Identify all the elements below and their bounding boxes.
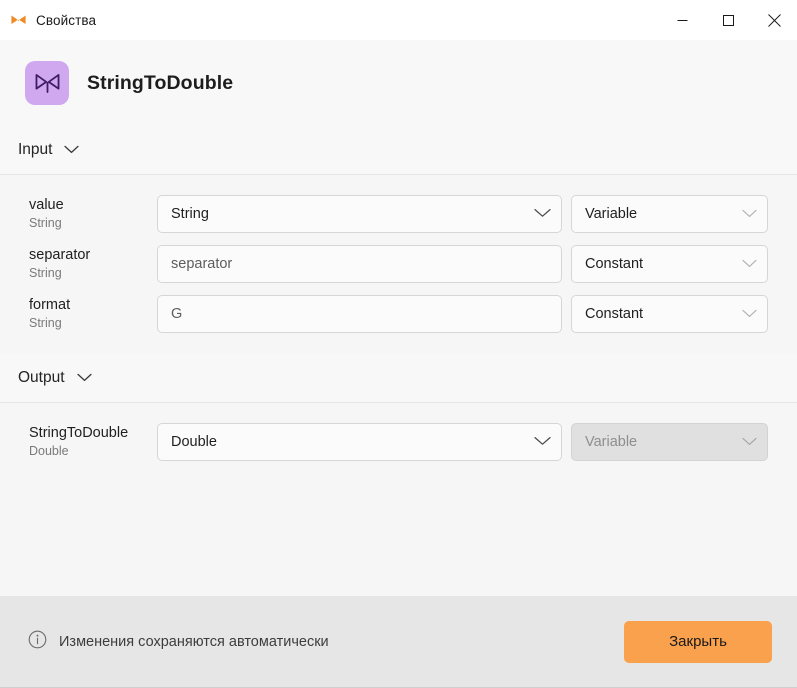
node-header: StringToDouble bbox=[0, 40, 797, 126]
field-name: value bbox=[29, 197, 64, 214]
section-header-output[interactable]: Output bbox=[0, 354, 797, 403]
section-header-input[interactable]: Input bbox=[0, 126, 797, 175]
output-rows: StringToDouble Double Double Variable bbox=[0, 403, 797, 467]
value-binding-value: Variable bbox=[585, 206, 638, 222]
field-row-value: value String String Variable bbox=[0, 189, 797, 239]
field-row-format: format String G Constant bbox=[0, 289, 797, 339]
output-type-value: Double bbox=[171, 434, 217, 450]
output-type-dropdown[interactable]: Double bbox=[157, 423, 562, 461]
window-title: Свойства bbox=[36, 12, 97, 28]
chevron-down-icon[interactable] bbox=[64, 141, 80, 159]
field-label-stringtodouble: StringToDouble Double bbox=[29, 425, 157, 458]
value-dropdown[interactable]: String bbox=[157, 195, 562, 233]
properties-window: Свойства StringToDouble Input value Stri… bbox=[0, 0, 797, 688]
info-circle-icon bbox=[28, 630, 47, 654]
chevron-down-icon bbox=[742, 206, 757, 222]
page-title: StringToDouble bbox=[87, 71, 234, 94]
format-input-value: G bbox=[171, 306, 183, 322]
field-type: String bbox=[29, 266, 62, 281]
separator-input-value: separator bbox=[171, 256, 233, 272]
chevron-down-icon bbox=[534, 206, 551, 222]
separator-input[interactable]: separator bbox=[157, 245, 562, 283]
minimize-button[interactable] bbox=[659, 0, 705, 40]
format-binding-value: Constant bbox=[585, 306, 644, 322]
window-controls bbox=[659, 0, 797, 40]
format-input[interactable]: G bbox=[157, 295, 562, 333]
field-name: format bbox=[29, 297, 71, 314]
input-rows: value String String Variable separator S… bbox=[0, 175, 797, 339]
value-dropdown-value: String bbox=[171, 206, 209, 222]
chevron-down-icon bbox=[742, 434, 757, 450]
autosave-note: Изменения сохраняются автоматически bbox=[28, 630, 624, 654]
field-type: String bbox=[29, 316, 62, 331]
close-button[interactable] bbox=[751, 0, 797, 40]
chevron-down-icon bbox=[534, 434, 551, 450]
chevron-down-icon bbox=[742, 256, 757, 272]
field-row-stringtodouble: StringToDouble Double Double Variable bbox=[0, 417, 797, 467]
section-title-input: Input bbox=[18, 141, 53, 158]
output-binding-dropdown: Variable bbox=[571, 423, 768, 461]
separator-binding-dropdown[interactable]: Constant bbox=[571, 245, 768, 283]
title-bar: Свойства bbox=[0, 0, 797, 40]
field-type: Double bbox=[29, 444, 69, 459]
chevron-down-icon[interactable] bbox=[76, 369, 92, 387]
field-name: StringToDouble bbox=[29, 425, 129, 442]
chevron-down-icon bbox=[742, 306, 757, 322]
butterfly-icon bbox=[25, 61, 69, 105]
close-dialog-button[interactable]: Закрыть bbox=[624, 620, 772, 663]
format-binding-dropdown[interactable]: Constant bbox=[571, 295, 768, 333]
field-type: String bbox=[29, 216, 62, 231]
butterfly-icon bbox=[10, 12, 27, 29]
separator-binding-value: Constant bbox=[585, 256, 644, 272]
title-bar-left: Свойства bbox=[0, 12, 659, 29]
content-spacer bbox=[0, 467, 797, 596]
output-binding-value: Variable bbox=[585, 434, 638, 450]
field-label-value: value String bbox=[29, 197, 157, 230]
field-label-separator: separator String bbox=[29, 247, 157, 280]
footer-bar: Изменения сохраняются автоматически Закр… bbox=[0, 596, 797, 688]
field-row-separator: separator String separator Constant bbox=[0, 239, 797, 289]
maximize-button[interactable] bbox=[705, 0, 751, 40]
value-binding-dropdown[interactable]: Variable bbox=[571, 195, 768, 233]
section-title-output: Output bbox=[18, 369, 65, 386]
autosave-message: Изменения сохраняются автоматически bbox=[59, 633, 329, 650]
field-label-format: format String bbox=[29, 297, 157, 330]
field-name: separator bbox=[29, 247, 91, 264]
